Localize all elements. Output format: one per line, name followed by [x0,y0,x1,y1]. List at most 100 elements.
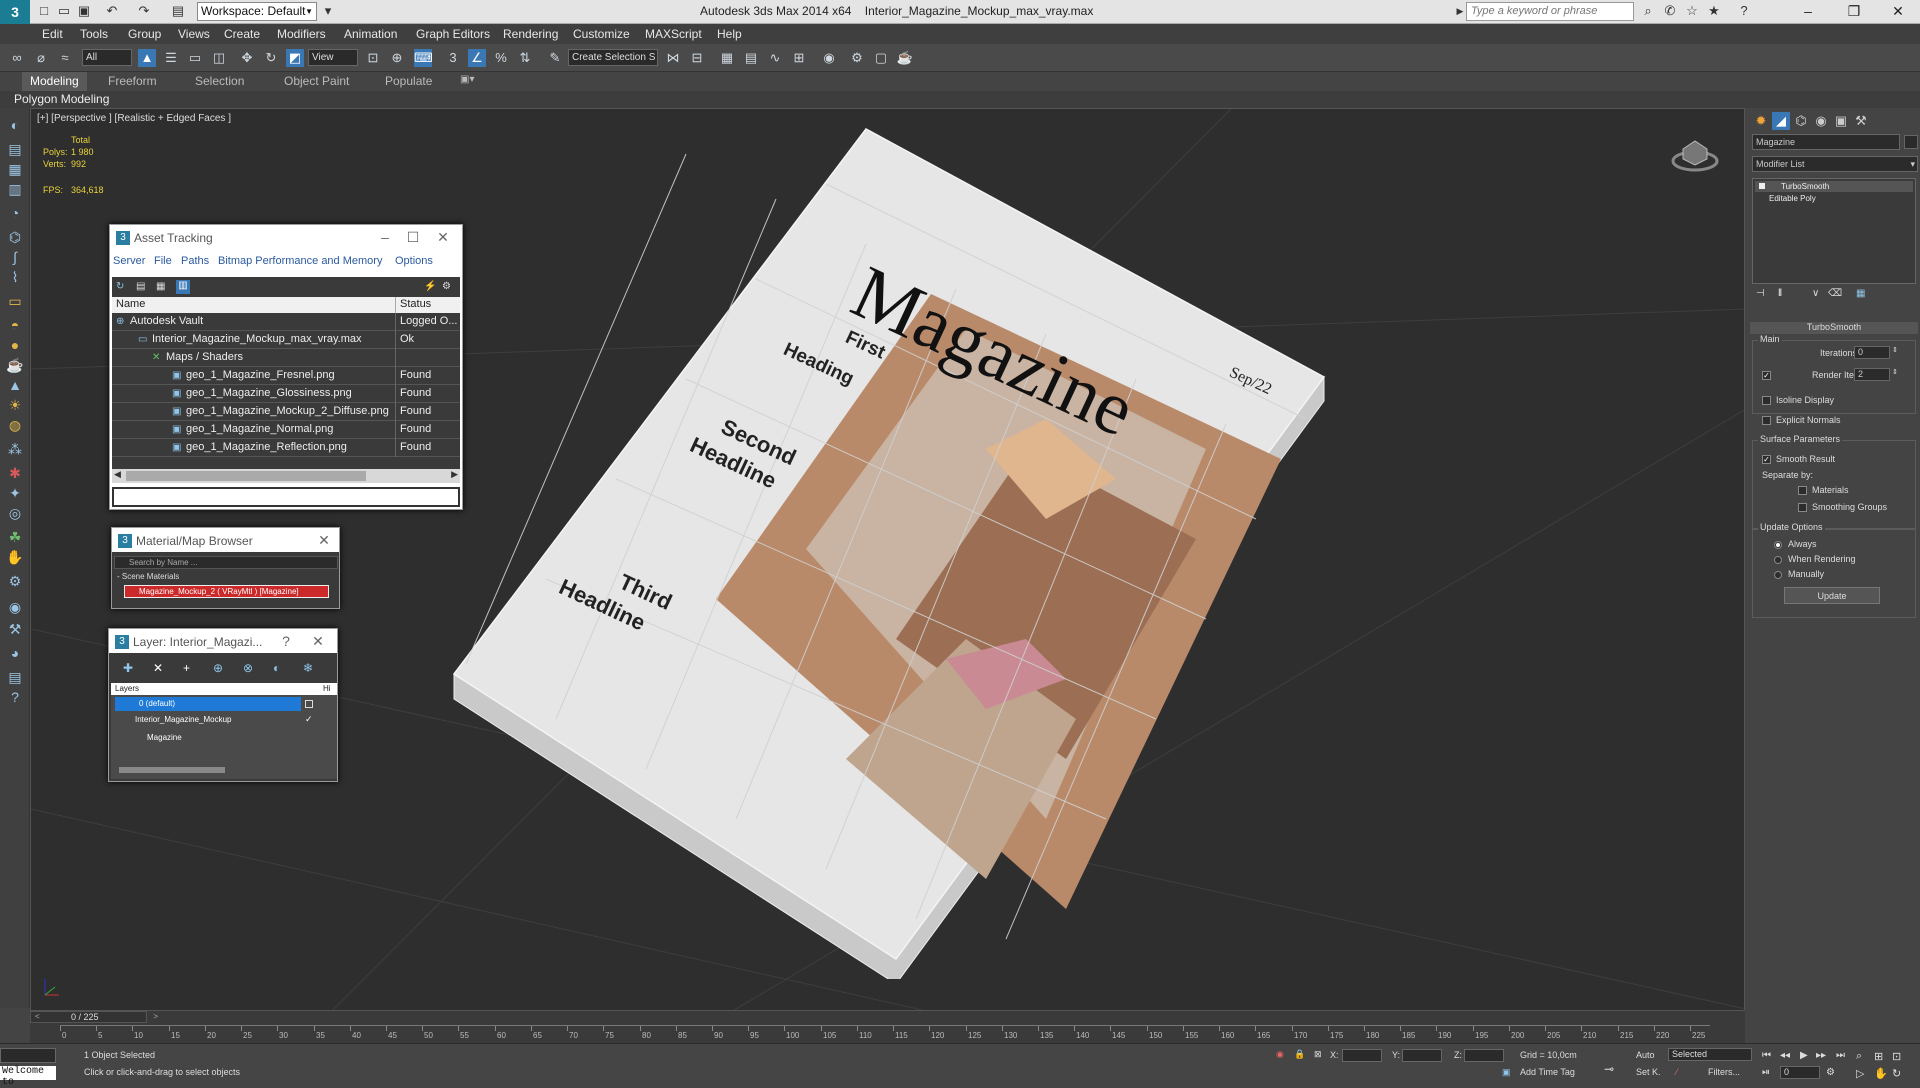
menu-group[interactable]: Group [128,27,161,41]
highlight-selected-icon[interactable]: ⊗ [243,661,253,675]
magazine-object[interactable]: Magazine Sep/22 First Heading Second Hea… [426,119,1426,979]
lightbulb-icon[interactable] [1759,183,1765,189]
material-browser-titlebar[interactable]: 3 Material/Map Browser ✕ [112,528,339,552]
asset-menu-options[interactable]: Options [395,255,433,267]
asset-menu-paths[interactable]: Paths [181,255,209,267]
layer-row-object[interactable]: Magazine [115,733,182,742]
asset-row[interactable]: ▣ geo_1_Magazine_Mockup_2_Diffuse.png Foun… [112,403,460,421]
close-button[interactable]: ✕ [432,228,454,246]
go-to-end-icon[interactable]: ⏭ [1836,1050,1845,1061]
isoline-display-checkbox[interactable] [1762,396,1771,405]
time-slider-right-icon[interactable]: > [153,1012,158,1021]
schematic-view-icon[interactable]: ⊞ [790,49,808,67]
render-production-icon[interactable]: ☕ [896,49,914,67]
menu-tools[interactable]: Tools [80,27,108,41]
configure-modifier-sets-icon[interactable]: ▦ [1856,288,1865,299]
close-button[interactable]: ✕ [313,531,335,549]
open-file-icon[interactable]: ▭ [56,3,72,19]
create-layer-icon[interactable]: ✚ [123,661,133,675]
refresh-icon[interactable]: ↻ [116,281,128,293]
time-slider[interactable]: < 0 / 225 > [30,1011,158,1023]
named-selection-select[interactable]: Create Selection S [568,49,658,66]
column-name-header[interactable]: Name [116,298,145,310]
asset-row[interactable]: ▣ geo_1_Magazine_Reflection.png Found [112,439,460,457]
material-search-input[interactable]: Search by Name ... [114,556,338,569]
utilities-tab-icon[interactable]: ⚒ [1852,112,1870,130]
menu-edit[interactable]: Edit [42,27,63,41]
material-item[interactable]: Magazine_Mockup_2 ( VRayMtl ) [Magazine] [124,585,329,598]
time-tag-icon[interactable]: ▣ [1502,1067,1511,1078]
remove-modifier-icon[interactable]: ⌫ [1828,288,1842,299]
menu-graph-editors[interactable]: Graph Editors [416,27,490,41]
scene-explorer-icon[interactable]: ▦ [6,160,24,178]
asset-row[interactable]: ▣ geo_1_Magazine_Glossiness.png Found [112,385,460,403]
reference-coordinate-select[interactable]: View [308,49,358,66]
explicit-normals-checkbox[interactable] [1762,416,1771,425]
star-icon[interactable]: ★ [1706,3,1722,19]
layer-scrollbar[interactable] [119,767,225,773]
display-tab-icon[interactable]: ▣ [1832,112,1850,130]
viewport-layouts-icon[interactable]: ◐ [6,116,24,134]
rect-selection-icon[interactable]: ▭ [186,49,204,67]
teapot-primitive-icon[interactable]: ☕ [6,356,24,374]
always-radio[interactable] [1774,541,1782,549]
globe-icon[interactable]: ◉ [6,598,24,616]
zoom-extents-icon[interactable]: ⊡ [1892,1050,1901,1063]
freeze-all-icon[interactable]: ❄ [303,661,313,675]
time-configuration-icon[interactable]: ⚙ [1826,1067,1835,1078]
scroll-right-icon[interactable]: ▶ [451,469,458,480]
keyboard-shortcut-icon[interactable]: ⌨ [414,49,433,67]
next-frame-icon[interactable]: ▸▸ [1816,1050,1826,1061]
minimize-button[interactable]: – [1786,0,1830,24]
asset-path-field[interactable] [112,487,460,507]
menu-maxscript[interactable]: MAXScript [645,27,702,41]
minimize-button[interactable]: – [374,228,396,246]
binoculars-icon[interactable]: ⌕ [1640,3,1656,19]
help-search-input[interactable]: Type a keyword or phrase [1466,2,1634,21]
field-of-view-icon[interactable]: ▷ [1856,1067,1864,1080]
dropdown-arrow-icon[interactable]: ▾ [320,3,336,19]
play-icon[interactable]: ▶ [1800,1050,1808,1061]
asset-row[interactable]: ▣ geo_1_Magazine_Fresnel.png Found [112,367,460,385]
key-filter-select[interactable]: Selected [1668,1048,1752,1061]
when-rendering-radio[interactable] [1774,556,1782,564]
maxscript-input[interactable] [0,1048,56,1063]
restore-button[interactable]: ❐ [1832,0,1876,24]
tab-freeform[interactable]: Freeform [108,74,157,88]
mirror-icon[interactable]: ⋈ [664,49,682,67]
unlink-icon[interactable]: ⌀ [32,49,50,67]
snaps-toggle-icon[interactable]: 3 [444,49,462,67]
isolate-selection-icon[interactable]: ◉ [1276,1049,1284,1060]
menu-customize[interactable]: Customize [573,27,630,41]
undo-icon[interactable]: ↶ [104,3,120,19]
select-object-icon[interactable]: ▲ [138,49,156,67]
close-button[interactable]: ✕ [1876,0,1920,24]
layer-manager-icon[interactable]: ▦ [718,49,736,67]
select-highlighted-icon[interactable]: ⊕ [213,661,223,675]
z-coord-field[interactable] [1464,1049,1504,1062]
rendered-frame-window-icon[interactable]: ▢ [872,49,890,67]
set-key-mode-icon[interactable]: ⊸ [1604,1062,1614,1076]
helper-icon[interactable]: ✱ [6,464,24,482]
current-frame-field[interactable]: 0 [1780,1066,1820,1079]
help-button[interactable]: ? [275,632,297,650]
asset-row[interactable]: ✕ Maps / Shaders [112,349,460,367]
tab-selection[interactable]: Selection [195,74,244,88]
smooth-result-checkbox[interactable]: ✓ [1762,455,1771,464]
smoothing-groups-checkbox[interactable] [1798,503,1807,512]
new-file-icon[interactable]: □ [36,3,52,19]
auto-key-button[interactable]: Auto [1636,1050,1655,1060]
layer-manager-titlebar[interactable]: 3 Layer: Interior_Magazi... ? ✕ [109,629,337,653]
show-end-result-icon[interactable]: ‖ [1778,288,1782,299]
select-rotate-icon[interactable]: ↻ [262,49,280,67]
app-menu-button[interactable]: 3 [0,0,30,24]
layer-row-default[interactable]: 0 (default) [115,697,301,711]
save-file-icon[interactable]: ▣ [76,3,92,19]
track-bar[interactable]: 0 5 10 15 20 25 30 35 40 45 50 55 60 65 70 75 80 85 90 95 10… [60,1025,1710,1043]
hierarchy-icon[interactable]: ⌬ [6,228,24,246]
gear-tool-icon[interactable]: ⚙ [6,572,24,590]
maximize-button[interactable]: ☐ [402,228,424,246]
detail-view-icon[interactable]: ▥ [176,280,190,294]
hierarchy-tab-icon[interactable]: ⌬ [1792,112,1810,130]
asset-row[interactable]: ▣ geo_1_Magazine_Normal.png Found [112,421,460,439]
